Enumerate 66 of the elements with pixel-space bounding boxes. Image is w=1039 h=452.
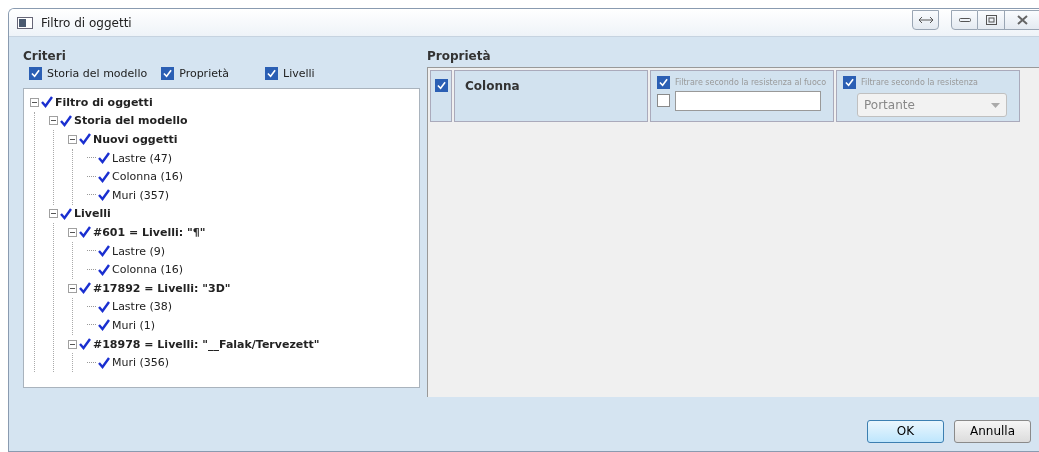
tree-item[interactable]: Nuovi oggetti [93, 133, 178, 146]
checkbox-label: Filtrare secondo la resistenza [861, 78, 978, 87]
tree-item[interactable]: Lastre (38) [112, 300, 173, 314]
tree-item[interactable]: Lastre (47) [112, 151, 173, 165]
check-icon[interactable] [98, 152, 110, 165]
collapse-icon[interactable] [68, 283, 77, 293]
tree-item[interactable]: #601 = Livelli: "¶" [93, 225, 206, 239]
maximize-button[interactable] [978, 9, 1005, 30]
section-title: Criteri [23, 49, 67, 63]
dialog-button[interactable]: OK [867, 419, 944, 443]
maximize-icon [985, 14, 997, 25]
checkbox-label: Filtrare secondo la resistenza al fuoco [675, 78, 827, 87]
tree-item[interactable]: Lastre (9) [112, 244, 166, 258]
checkbox[interactable] [29, 67, 42, 80]
check-icon[interactable] [98, 263, 110, 276]
checkbox-label[interactable]: Livelli [283, 67, 315, 80]
close-icon [1016, 14, 1028, 25]
tree-item[interactable]: #18978 = Livelli: "__Falak/Tervezett" [93, 337, 320, 351]
tree-item[interactable]: Muri (357) [112, 188, 170, 202]
section-title: Proprietà [427, 49, 492, 63]
tree-item[interactable]: Muri (1) [112, 318, 156, 332]
check-icon[interactable] [98, 245, 110, 258]
checkbox[interactable] [265, 67, 279, 80]
check-icon[interactable] [98, 356, 110, 369]
collapse-icon[interactable] [30, 97, 39, 107]
window-icon [17, 16, 33, 29]
check-icon[interactable] [79, 282, 91, 295]
collapse-icon[interactable] [68, 135, 77, 144]
check-icon[interactable] [41, 96, 53, 109]
check-icon[interactable] [60, 114, 72, 127]
minimize-button[interactable] [951, 9, 978, 30]
checkbox[interactable] [657, 93, 670, 107]
collapse-icon[interactable] [68, 339, 77, 349]
tree-item[interactable]: Colonna (16) [112, 170, 183, 184]
check-icon[interactable] [79, 338, 91, 350]
input-field[interactable] [675, 91, 821, 111]
caret-icon [991, 102, 1000, 108]
tree-item[interactable]: Livelli [74, 207, 111, 221]
close-button[interactable] [1005, 9, 1039, 30]
tree-item[interactable]: Colonna (16) [112, 263, 183, 277]
tree-item[interactable]: Filtro di oggetti [55, 95, 153, 109]
checkbox[interactable] [657, 76, 670, 89]
checkbox-label[interactable]: Proprietà [179, 67, 230, 80]
check-icon[interactable] [98, 319, 110, 332]
dialog-button[interactable]: Annulla [954, 419, 1031, 443]
check-icon[interactable] [60, 207, 72, 220]
check-icon[interactable] [98, 170, 110, 183]
tree-item[interactable]: Storia del modello [74, 114, 188, 128]
minimize-icon [958, 16, 971, 23]
check-icon[interactable] [79, 226, 91, 239]
checkbox[interactable] [161, 67, 175, 80]
checkbox[interactable] [434, 79, 448, 92]
window-title: Filtro di oggetti [41, 15, 132, 30]
check-icon[interactable] [79, 133, 91, 146]
collapse-icon[interactable] [68, 227, 77, 237]
check-icon[interactable] [98, 189, 110, 202]
tree-item[interactable]: Muri (356) [112, 356, 170, 370]
checkbox-label[interactable]: Storia del modello [47, 67, 148, 80]
tree-item[interactable]: #17892 = Livelli: "3D" [93, 281, 231, 295]
double-arrow-icon [917, 15, 934, 24]
property-name: Colonna [465, 79, 520, 93]
check-icon[interactable] [98, 300, 110, 313]
collapse-icon[interactable] [49, 209, 58, 219]
collapse-icon[interactable] [49, 116, 58, 126]
checkbox[interactable] [843, 76, 856, 89]
resize-button[interactable] [912, 9, 939, 30]
